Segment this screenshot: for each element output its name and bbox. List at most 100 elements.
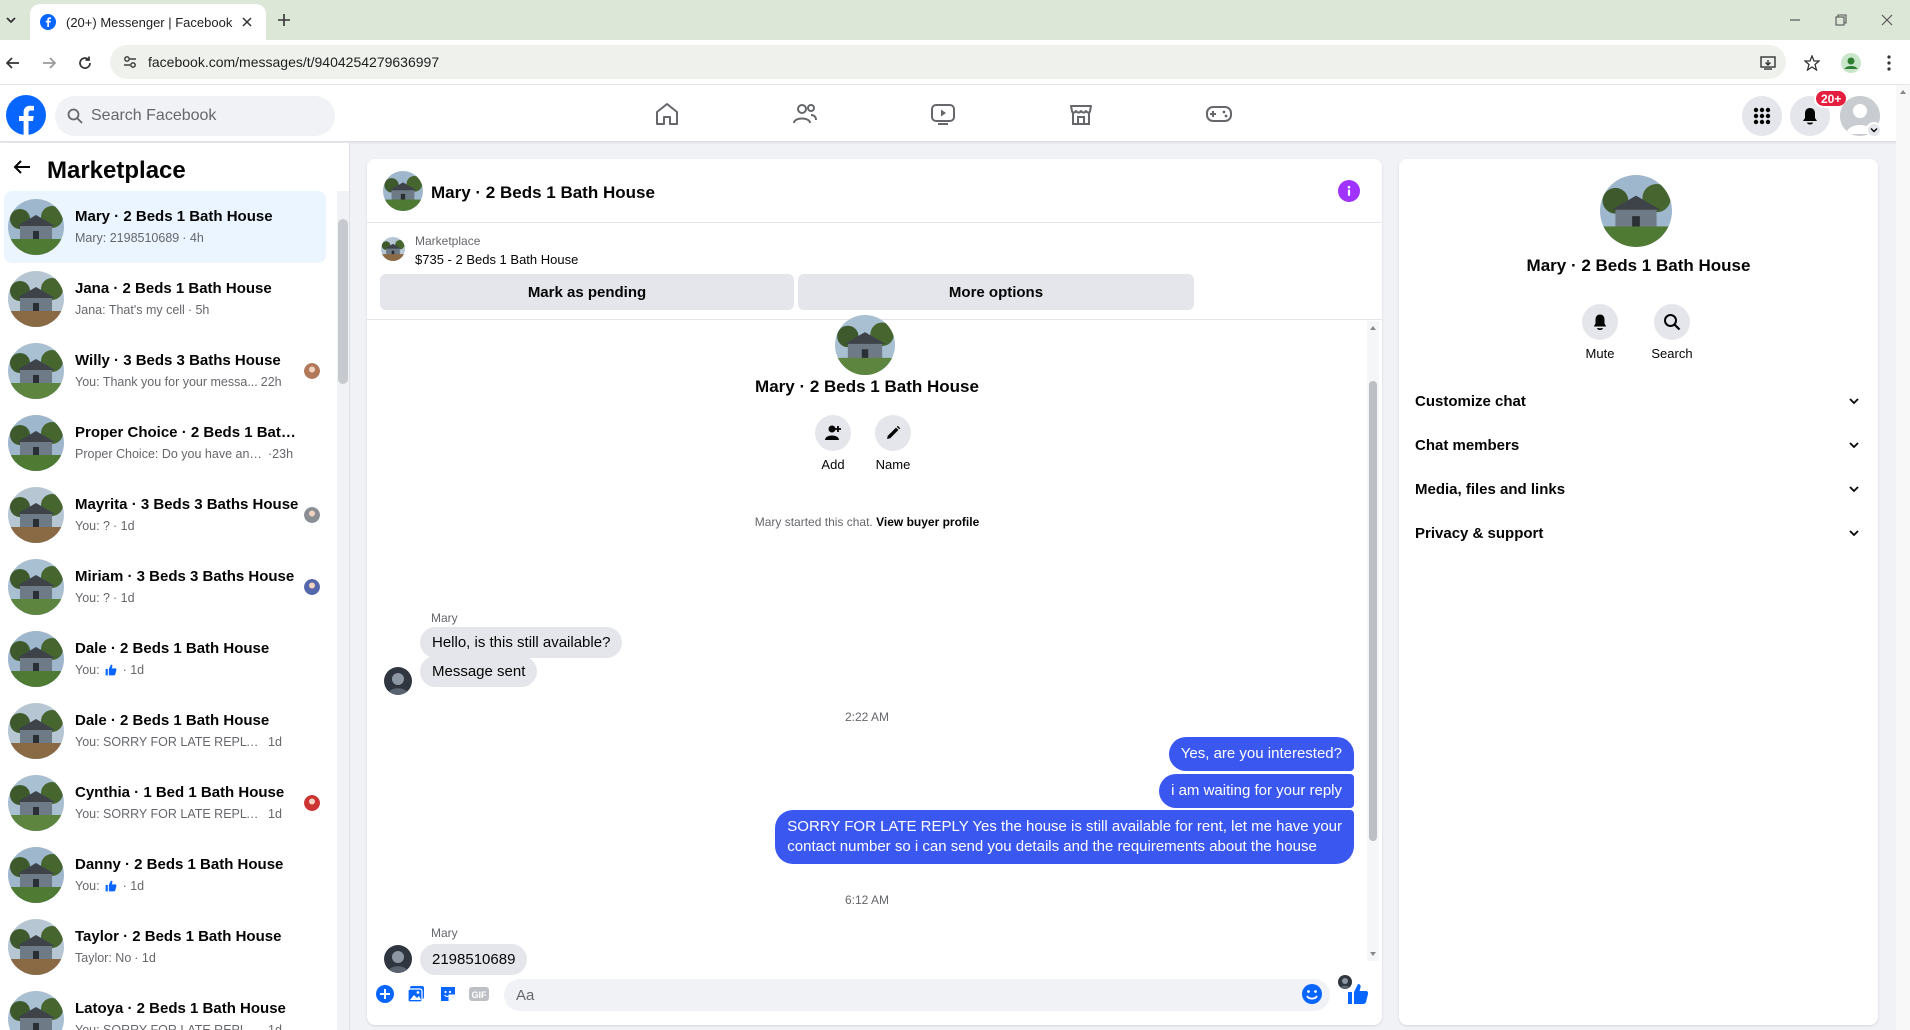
preview-time: · 1d xyxy=(113,519,135,533)
browser-menu-button[interactable] xyxy=(1878,52,1900,74)
facebook-logo-icon[interactable] xyxy=(6,95,46,135)
sender-avatar[interactable] xyxy=(384,667,412,695)
sidebar-scrollbar[interactable] xyxy=(337,191,349,1030)
incoming-message[interactable]: Message sent xyxy=(420,656,538,687)
restore-button[interactable] xyxy=(1830,10,1852,30)
mark-as-pending-button[interactable]: Mark as pending xyxy=(380,274,794,310)
details-avatar[interactable] xyxy=(1600,175,1672,247)
account-caret[interactable] xyxy=(1866,122,1882,138)
plus-icon xyxy=(278,14,290,26)
conversation-item[interactable]: Danny · 2 Beds 1 Bath House You: · 1d xyxy=(4,839,326,911)
menu-button[interactable] xyxy=(1742,96,1782,136)
scroll-up-arrow-icon xyxy=(1900,90,1906,94)
more-options-button[interactable]: More options xyxy=(798,274,1194,310)
gif-button[interactable]: GIF xyxy=(468,983,490,1005)
message-input-box[interactable] xyxy=(504,979,1330,1011)
marketplace-listing-bar: Marketplace $735 - 2 Beds 1 Bath House M… xyxy=(367,224,1382,320)
nav-watch[interactable] xyxy=(888,93,998,135)
conversation-preview: You: SORRY FOR LATE REPLY Yes th...1d xyxy=(75,1023,282,1030)
watch-icon xyxy=(931,104,955,125)
conversation-name: Mary · 2 Beds 1 Bath House xyxy=(75,208,273,225)
search-in-conversation-action[interactable]: Search xyxy=(1642,304,1702,361)
sticker-button[interactable] xyxy=(437,983,459,1005)
conversation-info-button[interactable] xyxy=(1338,180,1360,202)
conversation-item[interactable]: Mary · 2 Beds 1 Bath House Mary: 21985106… xyxy=(4,191,326,263)
nav-home[interactable] xyxy=(612,93,722,135)
minimize-button[interactable] xyxy=(1784,10,1806,30)
facebook-header: 20+ xyxy=(0,85,1910,142)
edit-name-action[interactable]: Name xyxy=(863,415,923,472)
chat-avatar[interactable] xyxy=(383,171,423,211)
section-chat-members[interactable]: Chat members xyxy=(1407,425,1870,465)
listing-price-title[interactable]: $735 - 2 Beds 1 Bath House xyxy=(415,252,578,267)
close-window-button[interactable] xyxy=(1876,10,1898,30)
nav-gaming[interactable] xyxy=(1164,93,1274,135)
install-app-button[interactable] xyxy=(1758,53,1778,73)
conversation-item[interactable]: Taylor · 2 Beds 1 Bath House Taylor: No · … xyxy=(4,911,326,983)
conversation-item[interactable]: Mayrita · 3 Beds 3 Baths House You: ? · 1d xyxy=(4,479,326,551)
back-button[interactable] xyxy=(2,52,24,74)
page-scrollbar[interactable] xyxy=(1896,85,1910,1030)
preview-text: Mary: 2198510689 xyxy=(75,231,180,245)
view-buyer-profile-link[interactable]: View buyer profile xyxy=(876,515,979,529)
conversation-avatar xyxy=(8,343,64,399)
emoji-button[interactable] xyxy=(1301,983,1323,1005)
chat-title[interactable]: Mary · 2 Beds 1 Bath House xyxy=(431,183,655,203)
conversation-item[interactable]: Dale · 2 Beds 1 Bath House You: SORRY FOR… xyxy=(4,695,326,767)
conversation-name: Proper Choice · 2 Beds 1 Bath H... xyxy=(75,424,305,441)
conversation-item[interactable]: Latoya · 2 Beds 1 Bath House You: SORRY F… xyxy=(4,983,326,1030)
forward-button[interactable] xyxy=(38,52,60,74)
conversation-item[interactable]: Miriam · 3 Beds 3 Baths House You: ? · 1d xyxy=(4,551,326,623)
pencil-icon xyxy=(887,425,901,439)
nav-friends[interactable] xyxy=(750,93,860,135)
section-media-files-links[interactable]: Media, files and links xyxy=(1407,469,1870,509)
outgoing-message[interactable]: i am waiting for your reply xyxy=(1159,774,1354,808)
chrome-profile-button[interactable] xyxy=(1840,52,1862,74)
browser-tab[interactable]: (20+) Messenger | Facebook xyxy=(30,4,266,40)
mute-action[interactable]: Mute xyxy=(1570,304,1630,361)
conversation-item[interactable]: Proper Choice · 2 Beds 1 Bath H... Proper… xyxy=(4,407,326,479)
address-bar[interactable]: facebook.com/messages/t/9404254279636997 xyxy=(110,45,1820,79)
conversation-item[interactable]: Dale · 2 Beds 1 Bath House You: · 1d xyxy=(4,623,326,695)
url-text: facebook.com/messages/t/9404254279636997 xyxy=(148,54,440,70)
section-customize-chat[interactable]: Customize chat xyxy=(1407,381,1870,421)
marketplace-sidebar: Marketplace Mary · 2 Beds 1 Bath House Ma… xyxy=(0,143,350,1030)
thread-scrollbar[interactable] xyxy=(1367,321,1379,961)
message-input[interactable] xyxy=(516,986,1276,1004)
outgoing-message[interactable]: Yes, are you interested? xyxy=(1168,737,1354,771)
conversation-item[interactable]: Willy · 3 Beds 3 Baths House You: Thank y… xyxy=(4,335,326,407)
section-privacy-support[interactable]: Privacy & support xyxy=(1407,513,1870,553)
attach-media-button[interactable] xyxy=(405,983,427,1005)
add-people-action[interactable]: Add xyxy=(803,415,863,472)
bookmark-button[interactable] xyxy=(1802,53,1822,73)
tab-search-button[interactable] xyxy=(0,8,22,32)
conversation-item[interactable]: Jana · 2 Beds 1 Bath House Jana: That's m… xyxy=(4,263,326,335)
incoming-message[interactable]: Hello, is this still available? xyxy=(420,627,623,658)
back-button[interactable] xyxy=(10,155,34,179)
chevron-down-icon xyxy=(1849,398,1859,405)
close-tab-button[interactable] xyxy=(238,13,256,31)
outgoing-message[interactable]: SORRY FOR LATE REPLY Yes the house is st… xyxy=(775,810,1354,864)
reload-button[interactable] xyxy=(74,52,96,74)
conversation-item[interactable]: Cynthia · 1 Bed 1 Bath House You: SORRY F… xyxy=(4,767,326,839)
thread-scroll-thumb[interactable] xyxy=(1369,381,1377,841)
details-name: Mary · 2 Beds 1 Bath House xyxy=(1526,256,1751,275)
profile-icon xyxy=(1841,53,1861,73)
preview-time: ·23h xyxy=(268,447,294,461)
sidebar-scroll-thumb[interactable] xyxy=(338,219,348,384)
arrow-left-icon xyxy=(13,160,30,174)
marketplace-icon xyxy=(1070,105,1092,125)
facebook-search-box[interactable] xyxy=(55,96,335,136)
plus-circle-icon xyxy=(376,985,394,1003)
listing-thumbnail[interactable] xyxy=(381,237,405,261)
nav-marketplace[interactable] xyxy=(1026,93,1136,135)
thumbs-up-icon xyxy=(1348,984,1369,1004)
send-like-button[interactable] xyxy=(1345,981,1371,1007)
arrow-right-icon xyxy=(43,57,57,69)
reload-icon xyxy=(79,56,91,69)
section-label: Media, files and links xyxy=(1415,480,1566,498)
more-actions-button[interactable] xyxy=(374,983,396,1005)
facebook-search-input[interactable] xyxy=(91,107,311,125)
conversation-avatar xyxy=(8,919,64,975)
new-tab-button[interactable] xyxy=(274,10,294,30)
